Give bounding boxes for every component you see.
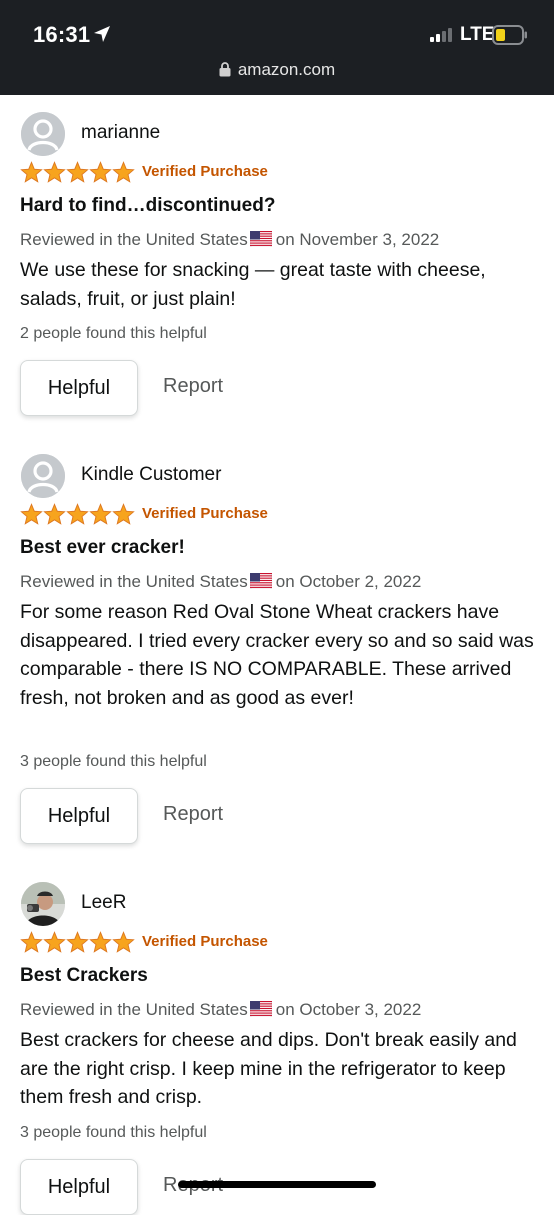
star-icon (89, 931, 112, 953)
star-icon (20, 161, 43, 183)
star-icon (43, 161, 66, 183)
helpful-count: 2 people found this helpful (20, 325, 207, 342)
review-author[interactable]: Kindle Customer (81, 464, 221, 486)
browser-top-bar: 16:31 LTE amazon.com (0, 0, 554, 95)
report-link[interactable]: Report (163, 803, 223, 826)
location-arrow-icon (93, 25, 111, 48)
review-location: Reviewed in the United States (20, 572, 248, 591)
url-text: amazon.com (237, 60, 336, 79)
star-icon (66, 503, 89, 525)
us-flag-icon (249, 1000, 272, 1022)
review-location: Reviewed in the United States (20, 230, 248, 249)
default-avatar-icon (21, 454, 65, 498)
review-date: on October 2, 2022 (275, 572, 422, 591)
helpful-button[interactable]: Helpful (20, 788, 138, 844)
star-icon (112, 503, 135, 525)
status-time: 16:31 (33, 22, 91, 47)
review-title: Best ever cracker! (20, 537, 185, 558)
verified-purchase-badge: Verified Purchase (142, 933, 268, 950)
helpful-button[interactable]: Helpful (20, 1159, 138, 1215)
review-body: Best crackers for cheese and dips. Don't… (20, 1029, 517, 1108)
star-icon (89, 161, 112, 183)
star-icon (66, 931, 89, 953)
star-rating (20, 931, 135, 955)
star-rating (20, 503, 135, 527)
star-icon (66, 161, 89, 183)
us-flag-icon (249, 572, 272, 594)
review-meta: Reviewed in the United States on October … (20, 1000, 421, 1022)
review-body: For some reason Red Oval Stone Wheat cra… (20, 601, 534, 709)
review-author[interactable]: LeeR (81, 892, 126, 914)
star-icon (43, 503, 66, 525)
review-meta: Reviewed in the United States on November… (20, 230, 439, 252)
home-indicator[interactable] (178, 1181, 376, 1188)
default-avatar-icon (21, 112, 65, 156)
star-icon (43, 931, 66, 953)
review-date: on November 3, 2022 (275, 230, 440, 249)
star-icon (20, 931, 43, 953)
report-link[interactable]: Report (163, 375, 223, 398)
verified-purchase-badge: Verified Purchase (142, 163, 268, 180)
review-meta: Reviewed in the United States on October … (20, 572, 421, 594)
url-bar[interactable]: amazon.com (0, 60, 554, 82)
star-icon (89, 503, 112, 525)
review-title: Hard to find…discontinued? (20, 195, 276, 216)
signal-icon (430, 28, 454, 47)
us-flag-icon (249, 230, 272, 252)
review-body: We use these for snacking — great taste … (20, 259, 486, 310)
network-type: LTE (460, 24, 495, 45)
review-date: on October 3, 2022 (275, 1000, 422, 1019)
battery-icon (492, 25, 528, 50)
helpful-count: 3 people found this helpful (20, 753, 207, 770)
review-location: Reviewed in the United States (20, 1000, 248, 1019)
helpful-button[interactable]: Helpful (20, 360, 138, 416)
star-icon (20, 503, 43, 525)
helpful-count: 3 people found this helpful (20, 1124, 207, 1141)
review-title: Best Crackers (20, 965, 148, 986)
user-photo-avatar (21, 882, 65, 926)
star-icon (112, 931, 135, 953)
lock-icon (219, 62, 231, 82)
star-icon (112, 161, 135, 183)
review-author[interactable]: marianne (81, 122, 160, 144)
verified-purchase-badge: Verified Purchase (142, 505, 268, 522)
star-rating (20, 161, 135, 185)
